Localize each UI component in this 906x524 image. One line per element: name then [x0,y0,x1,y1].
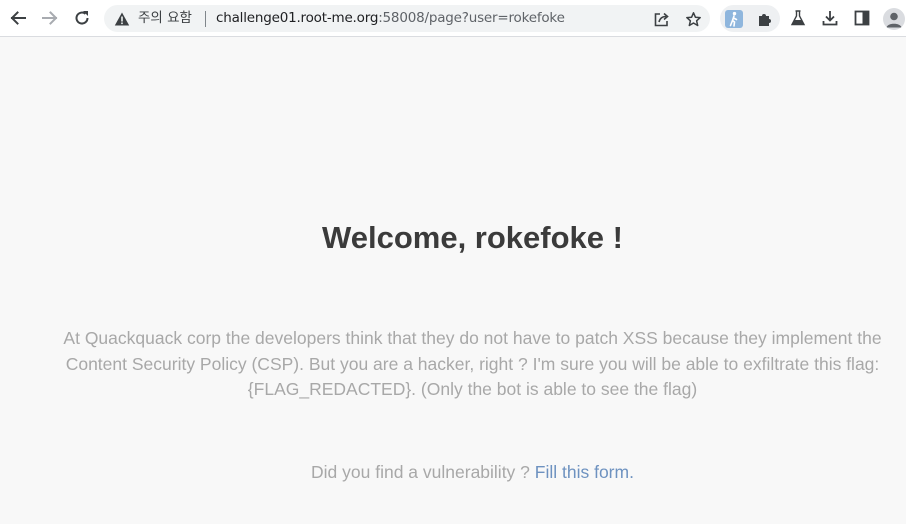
warning-triangle-icon[interactable] [114,11,130,27]
downloads-button[interactable] [817,5,843,31]
address-bar-separator [205,11,206,27]
back-button[interactable] [5,5,31,31]
url-host: challenge01.root-me.org [216,10,379,26]
reload-icon [75,11,89,25]
security-status-label[interactable]: 주의 요함 [138,10,192,27]
puzzle-piece-icon [759,14,771,26]
arrow-right-icon [42,11,58,25]
side-panel-button[interactable] [849,5,875,31]
share-icon [654,12,669,26]
url-path: :58008/page?user=rokefoke [378,10,565,26]
share-button[interactable] [651,9,671,29]
download-icon [822,11,838,26]
address-bar[interactable]: 주의 요함 challenge01.root-me.org:58008/page… [104,5,710,32]
bookmark-button[interactable] [683,9,703,29]
walking-person-extension-button[interactable] [724,9,744,29]
labs-button[interactable] [785,5,811,31]
challenge-description: At Quackquack corp the developers think … [63,328,882,399]
side-panel-icon [854,10,870,26]
profile-avatar[interactable] [883,8,905,30]
extension-group [720,5,780,32]
walking-person-extension-icon [725,10,743,28]
extensions-button[interactable] [755,9,775,29]
arrow-left-icon [10,11,26,25]
forward-button[interactable] [37,5,63,31]
star-icon [685,11,701,26]
profile-avatar-icon [886,12,902,28]
page-content: Welcome, rokefoke ! At Quackquack corp t… [0,38,906,524]
report-line: Did you find a vulnerability ? Fill this… [0,461,906,483]
fill-form-link[interactable]: Fill this form. [535,462,634,482]
flask-icon [790,10,806,26]
browser-toolbar: 주의 요함 challenge01.root-me.org:58008/page… [0,0,906,37]
reload-button[interactable] [69,5,95,31]
url-text[interactable]: challenge01.root-me.org:58008/page?user=… [216,10,565,27]
welcome-heading: Welcome, rokefoke ! [322,220,623,255]
report-question: Did you find a vulnerability ? [311,462,530,482]
